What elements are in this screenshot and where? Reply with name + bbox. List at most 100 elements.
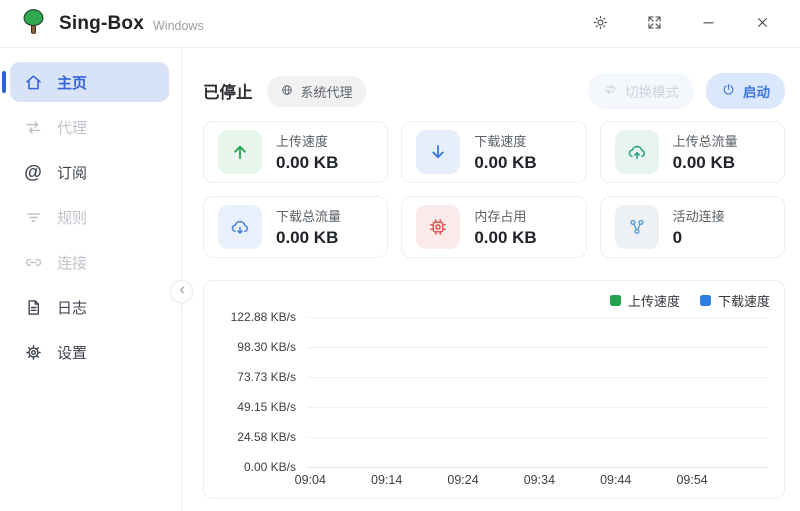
stat-value: 0.00 KB <box>276 153 338 173</box>
sidebar: 主页 代理 @ 订阅 规则 连接 日志 <box>0 48 182 511</box>
start-label: 启动 <box>743 81 770 101</box>
stat-value: 0.00 KB <box>474 153 536 173</box>
x-axis: 09:04 09:14 09:24 09:34 09:44 09:54 <box>308 467 768 489</box>
traffic-chart: 上传速度 下载速度 122.88 KB/s 98.30 KB/s 73.73 K… <box>203 280 785 499</box>
sidebar-item-rules[interactable]: 规则 <box>10 197 169 237</box>
x-tick-label: 09:14 <box>371 473 402 487</box>
link-icon <box>22 251 44 273</box>
at-sign-icon: @ <box>22 161 44 183</box>
x-tick-label: 09:34 <box>524 473 555 487</box>
window-controls <box>588 12 774 36</box>
stat-label: 内存占用 <box>474 206 536 225</box>
gridline <box>308 407 768 408</box>
stat-card-upload-total: 上传总流量 0.00 KB <box>600 121 785 183</box>
document-icon <box>22 296 44 318</box>
theme-toggle-button[interactable] <box>588 12 612 36</box>
sidebar-item-connections[interactable]: 连接 <box>10 242 169 282</box>
y-tick-label: 73.73 KB/s <box>218 370 296 384</box>
gridline <box>308 317 768 318</box>
arrow-down-icon <box>416 130 460 174</box>
close-icon <box>754 14 771 34</box>
sidebar-item-label: 代理 <box>57 117 87 138</box>
sidebar-item-label: 主页 <box>57 72 87 93</box>
y-tick-label: 98.30 KB/s <box>218 340 296 354</box>
legend-label: 上传速度 <box>628 291 680 310</box>
chart-plot-area: 122.88 KB/s 98.30 KB/s 73.73 KB/s 49.15 … <box>218 317 770 467</box>
upload-legend-swatch <box>610 295 621 306</box>
stat-card-memory: 内存占用 0.00 KB <box>401 196 586 258</box>
status-bar: 已停止 系统代理 切换模式 启动 <box>203 74 785 108</box>
minimize-icon <box>700 14 717 34</box>
stat-value: 0.00 KB <box>474 228 536 248</box>
chevron-left-icon <box>176 283 188 301</box>
sidebar-item-label: 规则 <box>57 207 87 228</box>
chart-legend: 上传速度 下载速度 <box>218 291 770 309</box>
switch-mode-label: 切换模式 <box>625 81 679 101</box>
app-body: 主页 代理 @ 订阅 规则 连接 日志 <box>0 48 800 511</box>
legend-item-upload[interactable]: 上传速度 <box>610 291 680 310</box>
sidebar-item-logs[interactable]: 日志 <box>10 287 169 327</box>
sun-icon <box>592 14 609 34</box>
system-proxy-badge[interactable]: 系统代理 <box>267 76 366 107</box>
gridline <box>308 377 768 378</box>
stat-label: 活动连接 <box>673 206 725 225</box>
stat-label: 上传速度 <box>276 131 338 150</box>
sidebar-item-label: 连接 <box>57 252 87 273</box>
x-tick-label: 09:44 <box>600 473 631 487</box>
app-title: Sing-Box <box>59 13 144 35</box>
system-proxy-label: 系统代理 <box>301 82 353 101</box>
legend-item-download[interactable]: 下载速度 <box>700 291 770 310</box>
stat-cards: 上传速度 0.00 KB 下载速度 0.00 KB 上传总流量 0.00 KB … <box>203 121 785 258</box>
stat-card-active-connections: 活动连接 0 <box>600 196 785 258</box>
filter-icon <box>22 206 44 228</box>
stat-card-download-speed: 下载速度 0.00 KB <box>401 121 586 183</box>
gridline <box>308 437 768 438</box>
sidebar-item-settings[interactable]: 设置 <box>10 332 169 372</box>
status-text: 已停止 <box>203 79 253 103</box>
stat-label: 下载总流量 <box>276 206 341 225</box>
cloud-download-icon <box>218 205 262 249</box>
home-icon <box>22 71 44 93</box>
gear-icon <box>22 341 44 363</box>
sidebar-collapse-handle[interactable] <box>170 280 193 303</box>
sidebar-item-proxy[interactable]: 代理 <box>10 107 169 147</box>
swap-arrows-icon <box>22 116 44 138</box>
switch-mode-button[interactable]: 切换模式 <box>588 73 694 109</box>
sidebar-item-home[interactable]: 主页 <box>10 62 169 102</box>
sidebar-item-subscription[interactable]: @ 订阅 <box>10 152 169 192</box>
cloud-upload-icon <box>615 130 659 174</box>
start-button[interactable]: 启动 <box>706 73 785 109</box>
app-logo-tree-icon <box>20 8 47 39</box>
x-tick-label: 09:54 <box>676 473 707 487</box>
titlebar: Sing-Box Windows <box>0 0 800 48</box>
fullscreen-button[interactable] <box>642 12 666 36</box>
main-content: 已停止 系统代理 切换模式 启动 上传速度 <box>182 48 800 511</box>
power-icon <box>721 82 736 100</box>
sidebar-item-label: 设置 <box>57 342 87 363</box>
globe-icon <box>280 83 294 100</box>
app-subtitle: Windows <box>153 19 204 33</box>
app-window: Sing-Box Windows 主页 <box>0 0 800 511</box>
stat-label: 下载速度 <box>474 131 536 150</box>
x-tick-label: 09:04 <box>295 473 326 487</box>
y-tick-label: 122.88 KB/s <box>218 310 296 324</box>
gridline <box>308 347 768 348</box>
y-tick-label: 0.00 KB/s <box>218 460 296 474</box>
stat-card-download-total: 下载总流量 0.00 KB <box>203 196 388 258</box>
legend-label: 下载速度 <box>718 291 770 310</box>
stat-label: 上传总流量 <box>673 131 738 150</box>
active-indicator <box>2 71 6 93</box>
sidebar-item-label: 日志 <box>57 297 87 318</box>
x-tick-label: 09:24 <box>447 473 478 487</box>
cpu-icon <box>416 205 460 249</box>
minimize-button[interactable] <box>696 12 720 36</box>
swap-refresh-icon <box>603 82 618 100</box>
stat-value: 0.00 KB <box>276 228 341 248</box>
stat-value: 0 <box>673 228 725 248</box>
expand-icon <box>646 14 663 34</box>
close-button[interactable] <box>750 12 774 36</box>
download-legend-swatch <box>700 295 711 306</box>
sidebar-item-label: 订阅 <box>57 162 87 183</box>
arrow-up-icon <box>218 130 262 174</box>
stat-value: 0.00 KB <box>673 153 738 173</box>
